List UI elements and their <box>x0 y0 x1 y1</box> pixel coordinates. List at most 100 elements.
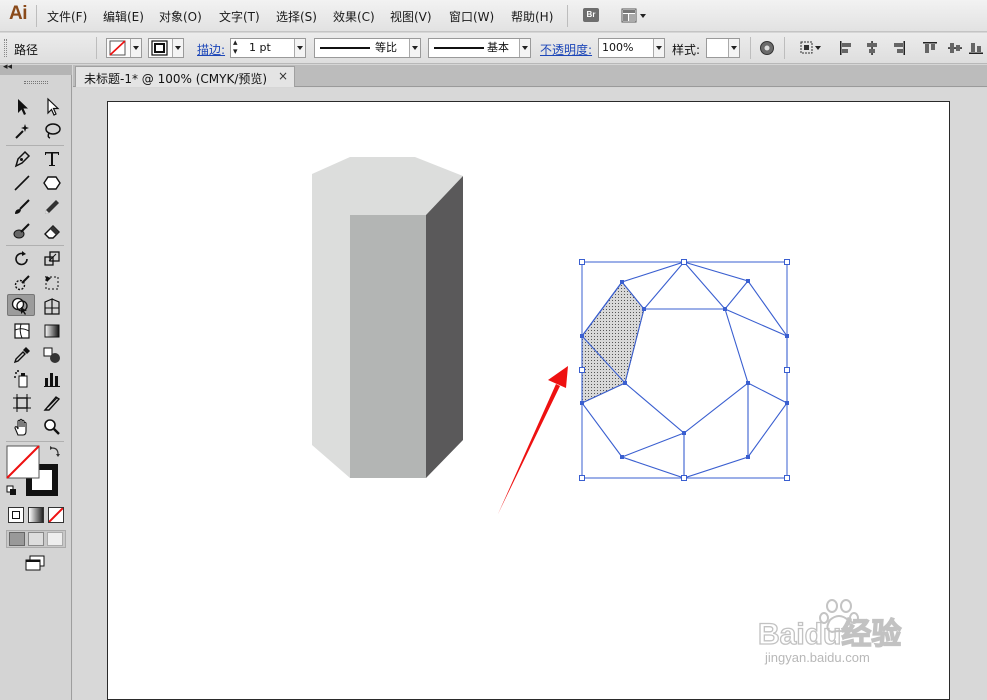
blend-icon <box>43 347 60 363</box>
chevron-down-icon <box>653 39 664 57</box>
free-transform-tool[interactable] <box>40 272 64 294</box>
mesh-tool[interactable] <box>10 320 34 342</box>
menu-help[interactable]: 帮助(H) <box>511 8 553 25</box>
zoom-tool[interactable] <box>40 416 64 438</box>
fill-stroke-widget <box>6 445 64 497</box>
tools-panel: ◂◂ <box>0 62 72 700</box>
collapse-panel-icon[interactable]: ◂◂ <box>3 62 12 72</box>
warp-tool[interactable] <box>10 272 34 294</box>
perspective-grid-icon <box>44 298 60 315</box>
fill-stroke-swatches-icon[interactable] <box>6 445 64 497</box>
draw-normal-button[interactable] <box>9 532 25 546</box>
draw-mode-buttons <box>6 530 66 548</box>
workspace-switcher-button[interactable] <box>620 8 652 24</box>
slice-tool[interactable] <box>40 392 64 414</box>
menu-window[interactable]: 窗口(W) <box>449 8 494 25</box>
watermark-url: jingyan.baidu.com <box>765 650 870 665</box>
draw-behind-button[interactable] <box>28 532 44 546</box>
change-screen-mode-button[interactable] <box>24 555 46 576</box>
shape-builder-tool[interactable] <box>7 294 35 316</box>
hand-icon <box>14 418 27 436</box>
lasso-tool[interactable] <box>40 120 64 142</box>
column-graph-tool[interactable] <box>40 368 64 390</box>
direct-selection-tool[interactable] <box>40 96 64 118</box>
gradient-button[interactable] <box>28 507 44 523</box>
color-button[interactable] <box>8 507 24 523</box>
perspective-grid-tool[interactable] <box>40 296 64 318</box>
menu-object[interactable]: 对象(O) <box>159 8 202 25</box>
scale-tool[interactable] <box>40 248 64 270</box>
scale-icon <box>44 251 60 266</box>
align-vertical-center-icon[interactable] <box>947 40 963 56</box>
align-top-icon[interactable] <box>922 40 938 56</box>
stepper-arrows-icon[interactable]: ▴ ▾ <box>233 39 238 57</box>
document-tab-strip: 未标题-1* @ 100% (CMYK/预览) × <box>73 65 987 87</box>
control-bar-grip[interactable] <box>4 39 7 57</box>
pencil-icon <box>45 200 59 214</box>
graphic-style-dropdown[interactable] <box>706 38 740 58</box>
menu-select[interactable]: 选择(S) <box>276 8 317 25</box>
blob-brush-tool[interactable] <box>10 220 34 242</box>
none-button[interactable] <box>48 507 64 523</box>
polygon-icon <box>43 176 61 190</box>
stroke-weight-value: 1 pt <box>249 41 271 54</box>
brush-definition-dropdown[interactable]: 基本 <box>428 38 531 58</box>
align-left-icon[interactable] <box>838 40 854 56</box>
gradient-tool[interactable] <box>40 320 64 342</box>
document-tab[interactable]: 未标题-1* @ 100% (CMYK/预览) × <box>75 66 295 87</box>
gradient-icon <box>44 324 60 338</box>
separator <box>96 37 97 59</box>
align-horizontal-center-icon[interactable] <box>864 40 880 56</box>
hand-tool[interactable] <box>10 416 34 438</box>
bridge-button[interactable]: Br <box>583 8 599 22</box>
stroke-weight-field[interactable]: ▴ ▾ 1 pt <box>230 38 306 58</box>
pencil-tool[interactable] <box>40 196 64 218</box>
object-type-label: 路径 <box>14 43 39 57</box>
tools-panel-header[interactable]: ◂◂ <box>0 62 72 75</box>
slice-knife-icon <box>43 396 61 411</box>
paintbrush-tool[interactable] <box>10 196 34 218</box>
menu-edit[interactable]: 编辑(E) <box>103 8 144 25</box>
menu-effect[interactable]: 效果(C) <box>333 8 375 25</box>
align-to-selection-icon[interactable] <box>799 40 823 56</box>
opacity-field[interactable]: 100% <box>598 38 665 58</box>
close-icon[interactable]: × <box>278 69 288 83</box>
magic-wand-tool[interactable] <box>10 120 34 142</box>
line-segment-tool[interactable] <box>10 172 34 194</box>
fill-color-dropdown[interactable] <box>106 38 142 58</box>
recolor-artwork-icon[interactable] <box>759 40 775 56</box>
profile-label: 等比 <box>375 41 397 54</box>
free-transform-icon <box>45 276 59 290</box>
stroke-color-dropdown[interactable] <box>148 38 184 58</box>
menu-bar: Ai 文件(F) 编辑(E) 对象(O) 文字(T) 选择(S) 效果(C) 视… <box>0 0 987 32</box>
rotate-tool[interactable] <box>10 248 34 270</box>
artboard-tool[interactable] <box>10 392 34 414</box>
chevron-down-icon <box>294 39 305 57</box>
magic-wand-icon <box>15 124 29 139</box>
blend-tool[interactable] <box>40 344 64 366</box>
stroke-label[interactable]: 描边: <box>197 41 225 58</box>
magnifier-icon <box>44 419 60 435</box>
selection-tool[interactable] <box>10 96 34 118</box>
artboard-icon <box>13 394 31 412</box>
menu-view[interactable]: 视图(V) <box>390 8 432 25</box>
paintbrush-icon <box>15 199 30 214</box>
tools-panel-grip[interactable] <box>24 81 48 84</box>
eyedropper-tool[interactable] <box>10 344 34 366</box>
eraser-tool[interactable] <box>40 220 64 242</box>
symbol-sprayer-tool[interactable] <box>10 368 34 390</box>
brush-label: 基本 <box>487 41 509 54</box>
polygon-tool[interactable] <box>40 172 64 194</box>
tool-group-separator <box>6 441 64 442</box>
menu-type[interactable]: 文字(T) <box>219 8 260 25</box>
menu-file[interactable]: 文件(F) <box>47 8 87 25</box>
color-square-icon <box>12 511 20 519</box>
pen-tool[interactable] <box>10 148 34 170</box>
variable-width-profile-dropdown[interactable]: 等比 <box>314 38 421 58</box>
opacity-label[interactable]: 不透明度: <box>540 41 592 58</box>
opacity-value: 100% <box>602 41 634 54</box>
align-right-icon[interactable] <box>891 40 907 56</box>
align-bottom-icon[interactable] <box>968 40 984 56</box>
draw-inside-button[interactable] <box>47 532 63 546</box>
type-tool[interactable] <box>40 148 64 170</box>
